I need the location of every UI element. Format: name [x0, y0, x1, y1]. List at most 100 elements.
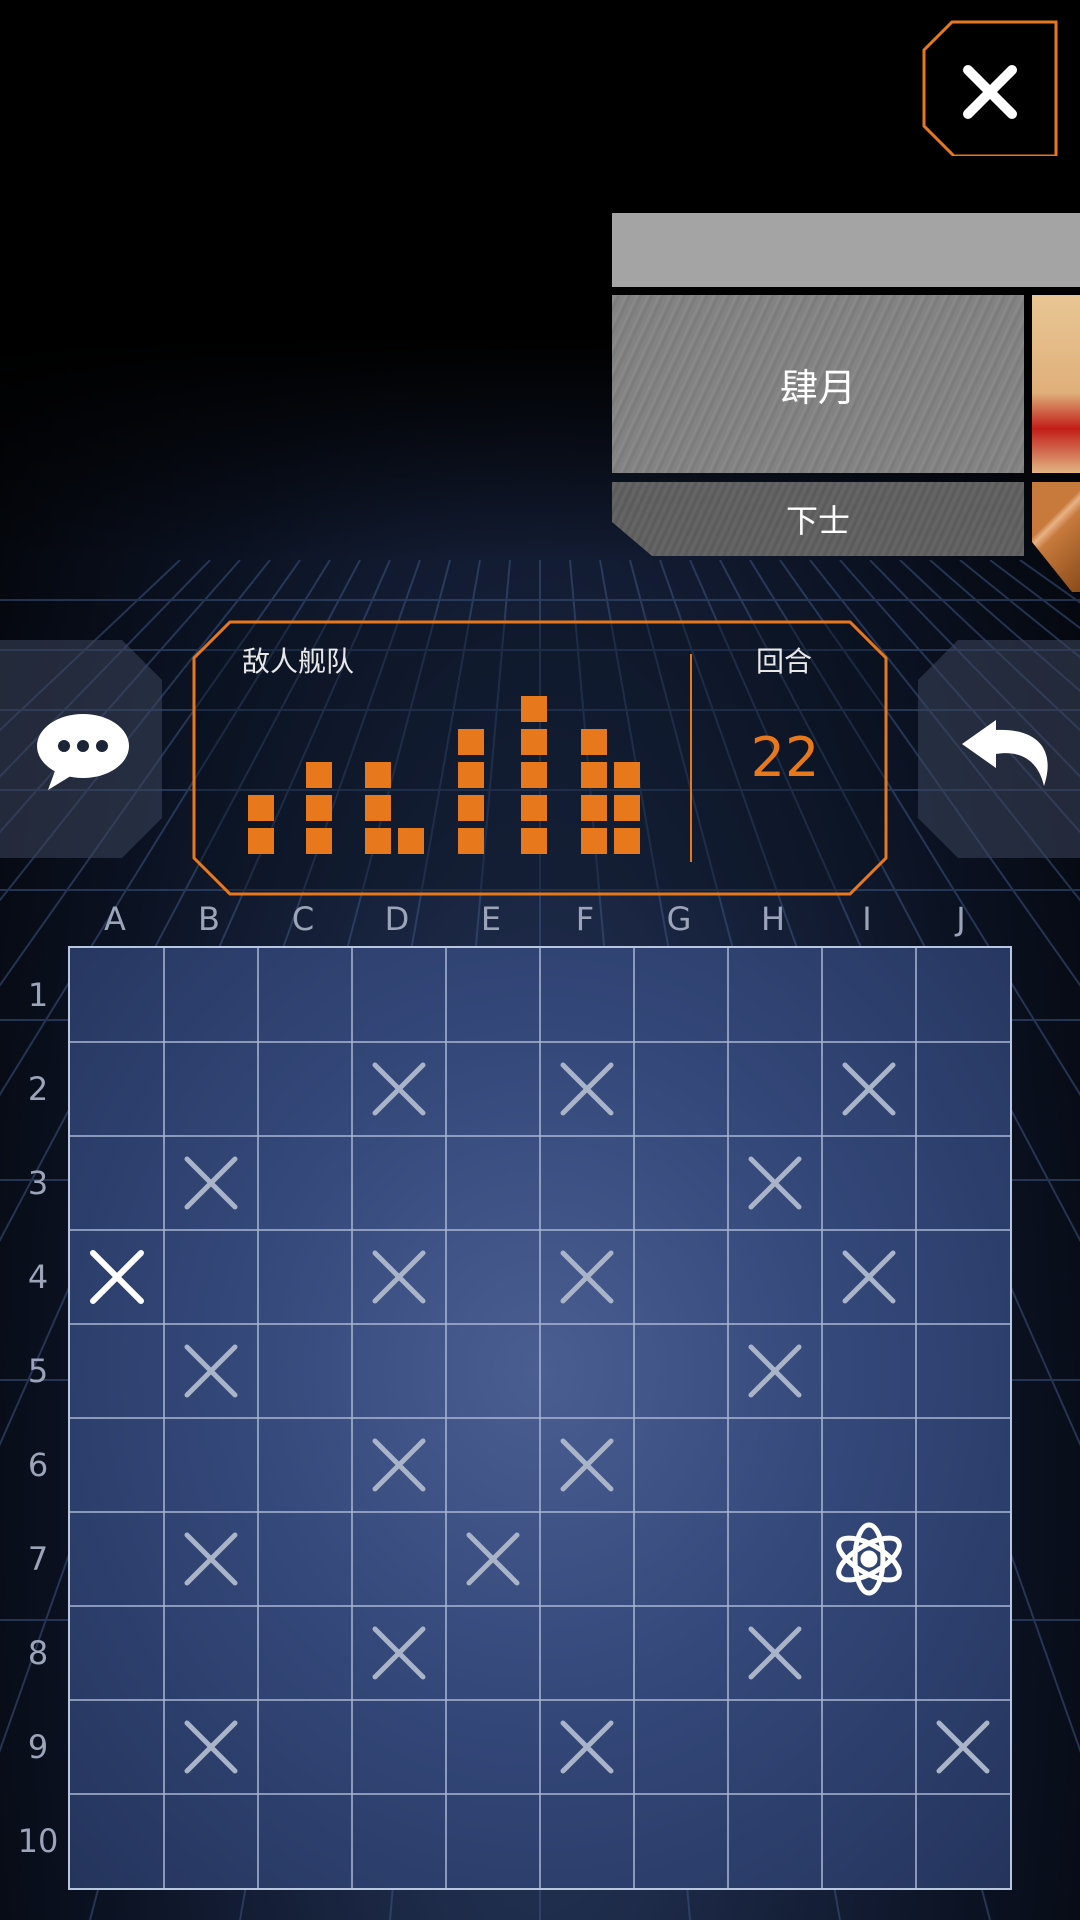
board-cell[interactable] — [728, 1042, 822, 1136]
board-cell[interactable] — [258, 1042, 352, 1136]
board-cell[interactable] — [822, 948, 916, 1042]
board-cell[interactable] — [258, 1418, 352, 1512]
board-cell[interactable] — [70, 1136, 164, 1230]
board-cell[interactable] — [822, 1794, 916, 1888]
row-label: 5 — [27, 1352, 49, 1390]
board-cell[interactable] — [446, 1042, 540, 1136]
board-cell[interactable] — [540, 1136, 634, 1230]
board-cell[interactable] — [258, 1512, 352, 1606]
board-cell[interactable] — [70, 1700, 164, 1794]
board-cell[interactable] — [352, 1512, 446, 1606]
board-cell[interactable] — [822, 1418, 916, 1512]
board-cell[interactable] — [258, 948, 352, 1042]
board-cell[interactable] — [634, 1794, 728, 1888]
ship-segment — [458, 762, 484, 788]
board-cell[interactable] — [258, 1230, 352, 1324]
fleet-divider — [690, 654, 692, 862]
board-cell[interactable] — [164, 1230, 258, 1324]
board-cell[interactable] — [728, 948, 822, 1042]
board-cell[interactable] — [822, 1136, 916, 1230]
board-cell[interactable] — [258, 1324, 352, 1418]
board-cell[interactable] — [446, 1324, 540, 1418]
board-cell[interactable] — [540, 1794, 634, 1888]
board-cell[interactable] — [70, 1042, 164, 1136]
board-cell[interactable] — [728, 1512, 822, 1606]
board-cell[interactable] — [258, 1136, 352, 1230]
board-cell[interactable] — [916, 1794, 1010, 1888]
ship-segment — [398, 828, 424, 854]
board-cell[interactable] — [916, 1136, 1010, 1230]
board-cell[interactable] — [634, 1700, 728, 1794]
battle-board[interactable] — [68, 946, 1012, 1890]
board-cell[interactable] — [446, 1418, 540, 1512]
board-cell[interactable] — [540, 1512, 634, 1606]
board-cell[interactable] — [70, 1794, 164, 1888]
ship-segment — [458, 795, 484, 821]
board-cell[interactable] — [916, 1042, 1010, 1136]
board-cell[interactable] — [728, 1418, 822, 1512]
board-cell[interactable] — [822, 1606, 916, 1700]
board-cell[interactable] — [634, 948, 728, 1042]
board-cell[interactable] — [916, 1418, 1010, 1512]
board-cell[interactable] — [916, 948, 1010, 1042]
board-cell[interactable] — [728, 1700, 822, 1794]
board-cell[interactable] — [446, 948, 540, 1042]
close-button[interactable] — [922, 20, 1058, 158]
board-cell[interactable] — [258, 1700, 352, 1794]
board-cell[interactable] — [164, 1418, 258, 1512]
row-label: 9 — [27, 1728, 49, 1766]
board-cell[interactable] — [634, 1606, 728, 1700]
board-cell[interactable] — [822, 1700, 916, 1794]
board-cell[interactable] — [446, 1606, 540, 1700]
board-cell[interactable] — [446, 1794, 540, 1888]
board-cell[interactable] — [446, 1230, 540, 1324]
board-cell[interactable] — [164, 1794, 258, 1888]
board-cell[interactable] — [164, 948, 258, 1042]
board-cell[interactable] — [634, 1512, 728, 1606]
board-cell[interactable] — [728, 1794, 822, 1888]
ship-segment — [458, 828, 484, 854]
ship-segment — [521, 729, 547, 755]
column-label: F — [575, 900, 595, 938]
board-cell[interactable] — [352, 1324, 446, 1418]
board-cell[interactable] — [634, 1136, 728, 1230]
board-cell[interactable] — [258, 1606, 352, 1700]
board-cell[interactable] — [540, 948, 634, 1042]
board-cell[interactable] — [352, 948, 446, 1042]
ship-segment — [521, 696, 547, 722]
board-cell[interactable] — [916, 1606, 1010, 1700]
board-cell[interactable] — [70, 1606, 164, 1700]
board-cell[interactable] — [70, 1418, 164, 1512]
opponent-avatar[interactable] — [1032, 295, 1080, 473]
board-cell[interactable] — [352, 1794, 446, 1888]
board-cell[interactable] — [540, 1324, 634, 1418]
board-cell[interactable] — [916, 1230, 1010, 1324]
board-cell[interactable] — [634, 1324, 728, 1418]
board-cell[interactable] — [258, 1794, 352, 1888]
board-cell[interactable] — [728, 1230, 822, 1324]
board-cell[interactable] — [916, 1324, 1010, 1418]
board-cell[interactable] — [446, 1700, 540, 1794]
board-cell[interactable] — [540, 1606, 634, 1700]
board-cell[interactable] — [634, 1418, 728, 1512]
board-cell[interactable] — [352, 1136, 446, 1230]
board-cell[interactable] — [634, 1230, 728, 1324]
ship-segment — [581, 795, 607, 821]
board-cell[interactable] — [822, 1324, 916, 1418]
ship-segment — [521, 828, 547, 854]
board-cell[interactable] — [164, 1606, 258, 1700]
row-label: 10 — [17, 1822, 59, 1860]
undo-arrow-icon — [962, 720, 1048, 786]
board-cell[interactable] — [164, 1042, 258, 1136]
board-cell[interactable] — [634, 1042, 728, 1136]
board-cell[interactable] — [70, 948, 164, 1042]
ship-segment — [365, 828, 391, 854]
board-cell[interactable] — [70, 1512, 164, 1606]
close-x-icon — [922, 20, 1058, 158]
enemy-fleet-title: 敌人舰队 — [242, 645, 355, 678]
board-cell[interactable] — [70, 1324, 164, 1418]
board-cell[interactable] — [352, 1700, 446, 1794]
board-cell[interactable] — [916, 1512, 1010, 1606]
ship-segment — [521, 762, 547, 788]
board-cell[interactable] — [446, 1136, 540, 1230]
